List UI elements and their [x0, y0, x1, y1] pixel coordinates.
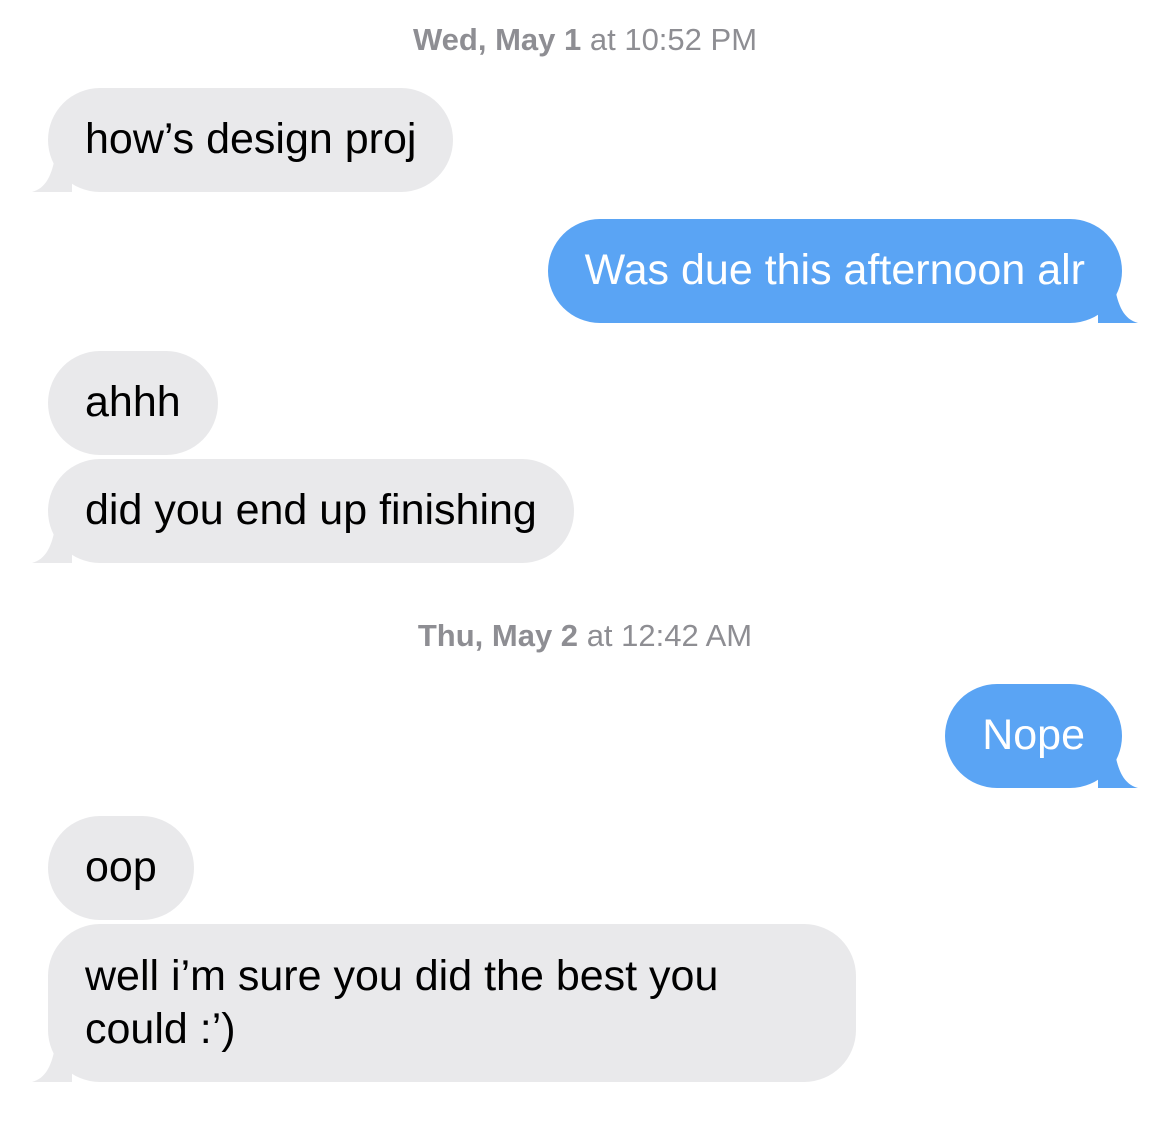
bubble-tail-icon: [32, 152, 72, 192]
bubble-tail-icon: [1098, 283, 1138, 323]
bubble-tail-icon: [32, 523, 72, 563]
incoming-message-bubble[interactable]: how’s design proj: [32, 88, 454, 192]
timestamp-day: Thu, May 2: [417, 618, 579, 653]
incoming-message-bubble[interactable]: did you end up finishing: [32, 459, 574, 563]
outgoing-message-bubble[interactable]: Was due this afternoon alr: [547, 219, 1138, 323]
message-text: how’s design proj: [85, 115, 417, 163]
timestamp-header: Thu, May 2 at 12:42 AM: [0, 618, 1170, 654]
message-text: ahhh: [85, 378, 181, 426]
message-text: Nope: [982, 711, 1085, 759]
incoming-message-bubble[interactable]: oop: [48, 816, 194, 920]
message-text: oop: [85, 843, 157, 891]
timestamp-day: Wed, May 1: [412, 22, 582, 57]
message-text: Was due this afternoon alr: [584, 246, 1085, 294]
message-text: well i’m sure you did the best you could…: [85, 952, 719, 1053]
timestamp-time: at 10:52 PM: [589, 22, 758, 57]
message-thread[interactable]: Wed, May 1 at 10:52 PM how’s design proj…: [0, 0, 1170, 1122]
bubble-tail-icon: [32, 1042, 72, 1082]
message-text: did you end up finishing: [85, 486, 537, 534]
outgoing-message-bubble[interactable]: Nope: [945, 684, 1138, 788]
timestamp-header: Wed, May 1 at 10:52 PM: [0, 22, 1170, 58]
bubble-tail-icon: [1098, 748, 1138, 788]
incoming-message-bubble[interactable]: well i’m sure you did the best you could…: [32, 924, 856, 1082]
timestamp-time: at 12:42 AM: [586, 618, 753, 653]
incoming-message-bubble[interactable]: ahhh: [48, 351, 218, 455]
